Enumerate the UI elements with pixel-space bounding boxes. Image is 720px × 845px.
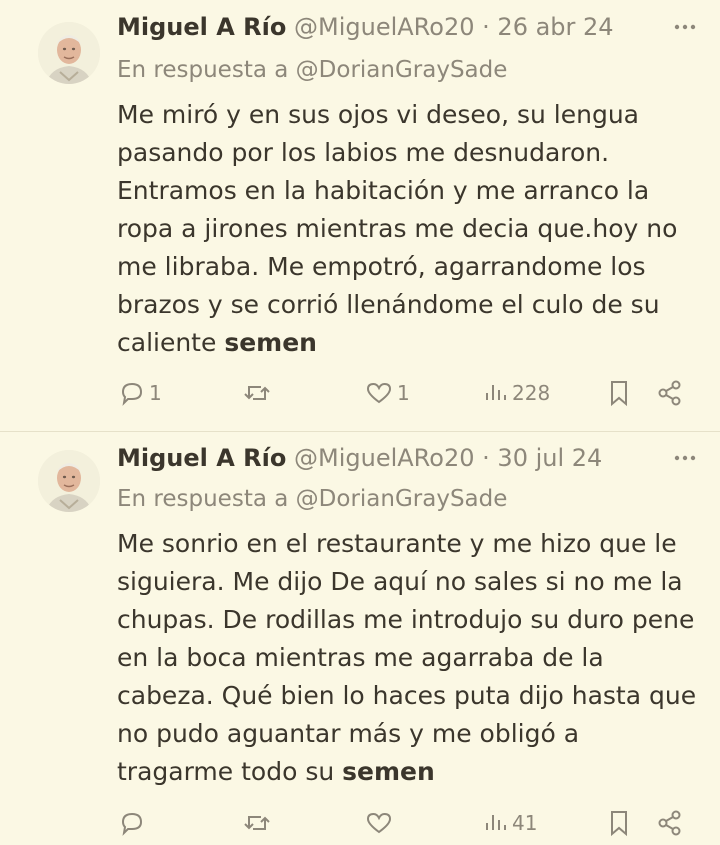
reply-prefix: En respuesta a [117,486,289,512]
like-button[interactable] [365,808,397,838]
more-dots-icon[interactable] [670,444,700,472]
tweet[interactable]: Miguel A Río @MiguelARo20 · 26 abr 24 En… [0,0,720,430]
heart-icon [366,812,392,834]
avatar[interactable] [38,450,100,512]
heart-icon [366,382,392,404]
tweet-header: Miguel A Río @MiguelARo20 · 26 abr 24 [117,11,614,43]
repost-button[interactable] [243,808,275,838]
tweet-text: Me sonrio en el restaurante y me hizo qu… [117,525,697,791]
highlighted-word: semen [224,328,317,357]
repost-arrows-icon [244,816,270,830]
repost-arrows-icon [244,386,270,400]
bar-chart-icon [486,385,506,400]
reply-button[interactable]: 1 [119,378,162,408]
views-count: 228 [512,381,551,405]
tweet-header: Miguel A Río @MiguelARo20 · 30 jul 24 [117,442,602,474]
author-name[interactable]: Miguel A Río [117,13,286,41]
bookmark-icon [611,811,627,837]
comment-bubble-icon [121,812,143,836]
bookmark-button[interactable] [607,808,631,838]
reply-prefix: En respuesta a [117,57,289,83]
bookmark-icon [611,381,627,407]
author-handle[interactable]: @MiguelARo20 [294,13,475,41]
reply-mention-link[interactable]: @DorianGraySade [296,57,508,83]
separator-dot: · [482,444,490,472]
like-button[interactable]: 1 [365,378,410,408]
tweet-text-content: Me miró y en sus ojos vi deseo, su lengu… [117,100,678,357]
highlighted-word: semen [342,757,435,786]
tweet[interactable]: Miguel A Río @MiguelARo20 · 30 jul 24 En… [0,432,720,845]
separator-dot: · [482,13,490,41]
avatar[interactable] [38,22,100,84]
reply-mention-link[interactable]: @DorianGraySade [296,486,508,512]
reply-context: En respuesta a @DorianGraySade [117,55,507,85]
tweet-date[interactable]: 30 jul 24 [497,444,602,472]
author-handle[interactable]: @MiguelARo20 [294,444,475,472]
share-button[interactable] [656,378,684,408]
share-icon [658,380,681,406]
more-dots-icon[interactable] [670,13,700,41]
reply-context: En respuesta a @DorianGraySade [117,484,507,514]
author-name[interactable]: Miguel A Río [117,444,286,472]
repost-button[interactable] [243,378,275,408]
bar-chart-icon [486,815,506,830]
reply-count: 1 [149,381,162,405]
views-button[interactable]: 41 [484,808,537,838]
comment-bubble-icon [121,382,143,406]
views-button[interactable]: 228 [484,378,550,408]
bookmark-button[interactable] [607,378,631,408]
tweet-text: Me miró y en sus ojos vi deseo, su lengu… [117,96,697,362]
tweet-text-content: Me sonrio en el restaurante y me hizo qu… [117,529,697,786]
like-count: 1 [397,381,410,405]
reply-button[interactable] [119,808,149,838]
views-count: 41 [512,811,538,835]
tweet-date[interactable]: 26 abr 24 [497,13,613,41]
share-icon [658,810,681,836]
share-button[interactable] [656,808,684,838]
